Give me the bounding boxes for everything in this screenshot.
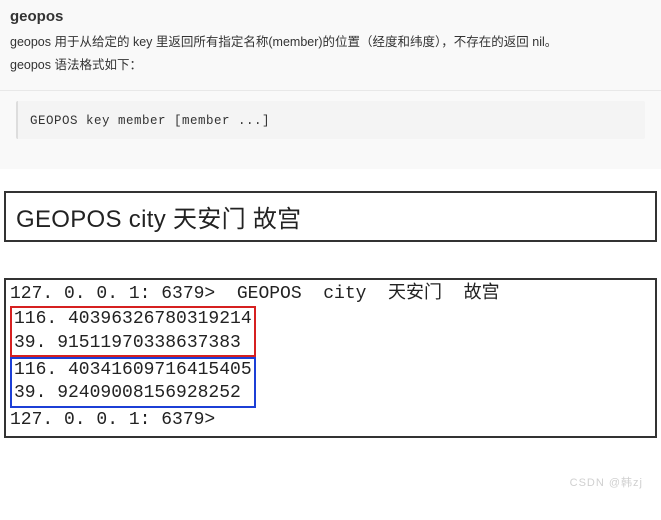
syntax-block-wrap: GEOPOS key member [member ...] bbox=[0, 91, 661, 169]
syntax-text: GEOPOS key member [member ...] bbox=[30, 114, 270, 128]
terminal-output: 127. 0. 0. 1: 6379> GEOPOS city 天安门 故宫 1… bbox=[4, 278, 657, 438]
description: geopos 用于从给定的 key 里返回所有指定名称(member)的位置（经… bbox=[10, 31, 651, 76]
result-group-1: 116. 40396326780319214 39. 9151197033863… bbox=[10, 306, 256, 357]
section-title: geopos bbox=[10, 8, 651, 25]
terminal-line-prompt2: 127. 0. 0. 1: 6379> bbox=[10, 408, 653, 432]
syntax-block: GEOPOS key member [member ...] bbox=[16, 101, 645, 139]
result2-latitude: 39. 92409008156928252 bbox=[14, 382, 252, 405]
result-group-2: 116. 40341609716415405 39. 9240900815692… bbox=[10, 357, 256, 408]
watermark-text: CSDN @韩zj bbox=[4, 474, 657, 490]
result1-latitude: 39. 91511970338637383 bbox=[14, 332, 252, 355]
command-heading: GEOPOS city 天安门 故宫 bbox=[16, 206, 301, 233]
command-heading-box: GEOPOS city 天安门 故宫 bbox=[4, 191, 657, 242]
intro-section: geopos geopos 用于从给定的 key 里返回所有指定名称(membe… bbox=[0, 0, 661, 91]
result2-longitude: 116. 40341609716415405 bbox=[14, 359, 252, 382]
example-area: GEOPOS city 天安门 故宫 127. 0. 0. 1: 6379> G… bbox=[0, 191, 661, 490]
result1-longitude: 116. 40396326780319214 bbox=[14, 308, 252, 331]
desc-line-2: geopos 语法格式如下： bbox=[10, 54, 651, 77]
terminal-line-prompt1: 127. 0. 0. 1: 6379> GEOPOS city 天安门 故宫 bbox=[10, 282, 653, 306]
desc-line-1: geopos 用于从给定的 key 里返回所有指定名称(member)的位置（经… bbox=[10, 31, 651, 54]
